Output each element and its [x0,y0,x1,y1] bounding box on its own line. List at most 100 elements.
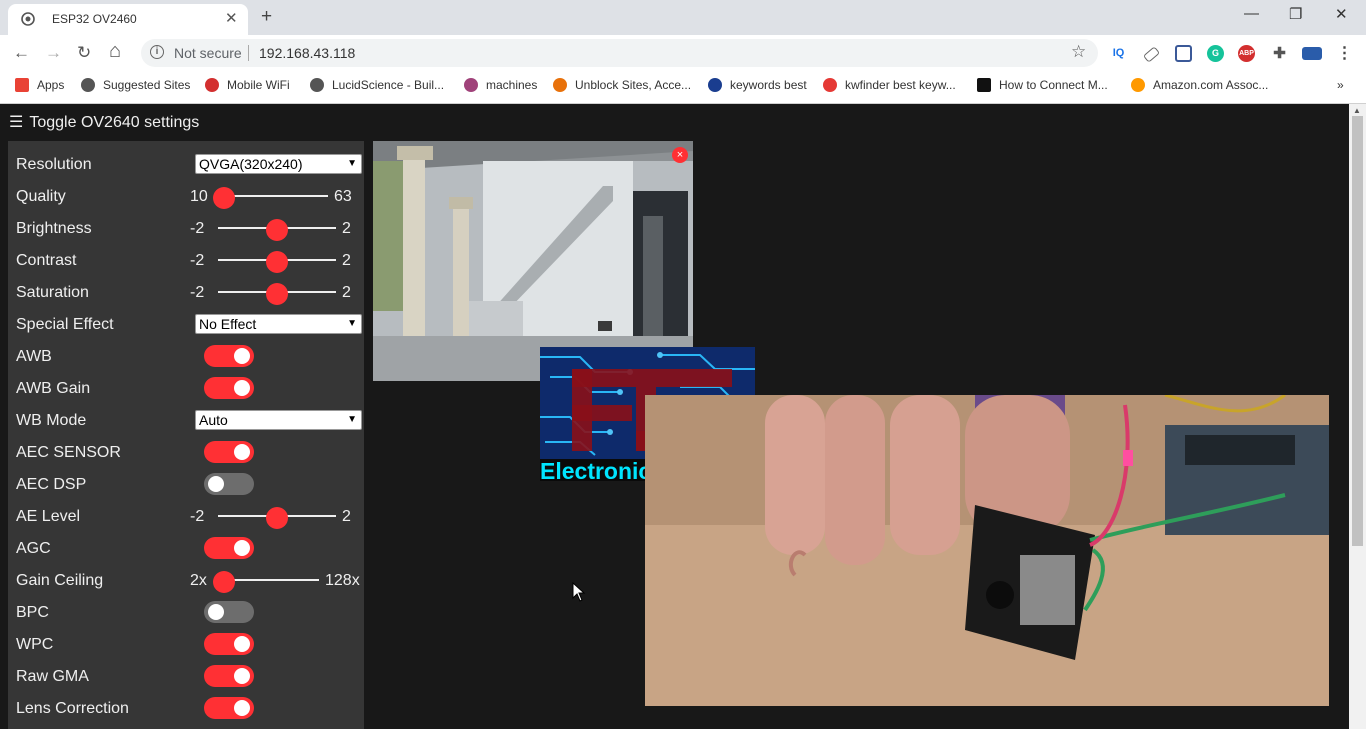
toggle-knob [234,444,250,460]
card-extension-icon[interactable] [1302,47,1322,60]
browser-tab[interactable]: ESP32 OV2460 ✕ [8,4,248,35]
security-label: Not secure [174,45,242,61]
setting-row-awb: AWB [16,340,362,372]
slider-max-label: 128x [325,572,360,589]
aec-dsp-toggle[interactable] [204,473,254,495]
reload-button[interactable]: ↻ [77,43,91,63]
setting-row-special-effect: Special Effect No Effect ▼ [16,308,362,340]
toggle-knob [234,700,250,716]
esp32-cam-photo [645,395,1329,706]
select-value: No Effect [199,316,257,332]
awb-gain-toggle[interactable] [204,377,254,399]
bookmark-label: Unblock Sites, Acce... [575,78,692,92]
info-icon[interactable]: i [150,45,164,59]
machines-icon [464,78,478,92]
setting-label: Gain Ceiling [16,572,104,589]
forward-button[interactable]: → [45,43,62,63]
setting-row-saturation: Saturation -2 2 [16,276,362,308]
restore-button[interactable]: ❐ [1289,5,1302,23]
agc-toggle[interactable] [204,537,254,559]
setting-row-aec-sensor: AEC SENSOR [16,436,362,468]
slider-knob[interactable] [266,507,288,529]
wb-mode-select[interactable]: Auto ▼ [195,410,362,430]
bookmark-item[interactable]: Suggested Sites [81,78,190,92]
setting-label: Special Effect [16,316,114,333]
setting-label: Contrast [16,252,77,269]
bookmark-item[interactable]: Unblock Sites, Acce... [553,78,691,92]
scrollbar-thumb[interactable] [1352,116,1363,546]
bookmark-label: LucidScience - Buil... [332,78,445,92]
toggle-knob [234,668,250,684]
bookmark-star-icon[interactable]: ☆ [1071,42,1086,62]
grammarly-icon[interactable]: G [1207,45,1224,62]
divider [248,45,249,61]
scroll-up-icon[interactable]: ▲ [1353,106,1361,115]
scrollbar[interactable]: ▲ [1349,104,1366,729]
setting-row-aec-dsp: AEC DSP [16,468,362,500]
bookmark-item[interactable]: Amazon.com Assoc... [1131,78,1268,92]
bookmark-item[interactable]: keywords best [708,78,807,92]
minimize-button[interactable]: — [1244,5,1259,22]
setting-row-bpc: BPC [16,596,362,628]
slider-knob[interactable] [266,283,288,305]
slider-min-label: -2 [190,252,205,269]
setting-label: Raw GMA [16,668,89,685]
toggle-knob [234,348,250,364]
square-extension-icon[interactable] [1175,45,1192,62]
bookmark-label: keywords best [730,78,807,92]
slider-min-label: 2x [190,572,207,589]
select-value: QVGA(320x240) [199,156,303,172]
close-window-button[interactable]: ✕ [1335,5,1348,23]
bookmark-label: Apps [37,78,65,92]
toggle-knob [234,380,250,396]
bpc-toggle[interactable] [204,601,254,623]
wpc-toggle[interactable] [204,633,254,655]
setting-row-wpc: WPC [16,628,362,660]
setting-label: AWB [16,348,52,365]
setting-row-brightness: Brightness -2 2 [16,212,362,244]
setting-label: AE Level [16,508,81,525]
bookmark-item[interactable]: Mobile WiFi [205,78,290,92]
address-bar[interactable]: i Not secure 192.168.43.118 ☆ [141,39,1098,67]
bookmark-item[interactable]: machines [464,78,537,92]
globe-icon [21,12,35,26]
raw-gma-toggle[interactable] [204,665,254,687]
slider-knob[interactable] [213,187,235,209]
aec-sensor-toggle[interactable] [204,441,254,463]
slider-min-label: 10 [190,188,208,205]
slider-knob[interactable] [266,251,288,273]
back-button[interactable]: ← [13,43,30,63]
setting-row-raw-gma: Raw GMA [16,660,362,692]
resolution-select[interactable]: QVGA(320x240) ▼ [195,154,362,174]
stream-close-button[interactable]: × [672,147,688,163]
bookmark-label: machines [486,78,538,92]
slider-knob[interactable] [213,571,235,593]
slider-max-label: 63 [334,188,352,205]
bookmark-item[interactable]: How to Connect M... [977,78,1108,92]
toggle-settings-button[interactable]: ☰ Toggle OV2640 settings [9,112,199,132]
bookmark-item[interactable]: kwfinder best keyw... [823,78,956,92]
chevron-down-icon: ▼ [347,414,357,425]
setting-row-gain-ceiling: Gain Ceiling 2x 128x [16,564,362,596]
setting-label: Brightness [16,220,92,237]
lens-correction-toggle[interactable] [204,697,254,719]
special-effect-select[interactable]: No Effect ▼ [195,314,362,334]
bookmarks-overflow-icon[interactable]: » [1337,78,1344,92]
bookmark-label: Amazon.com Assoc... [1153,78,1269,92]
url-text[interactable]: 192.168.43.118 [259,45,355,61]
tab-close-icon[interactable]: ✕ [225,9,238,27]
awb-toggle[interactable] [204,345,254,367]
new-tab-button[interactable]: + [261,6,272,28]
puzzle-icon[interactable]: ✚ [1271,45,1288,62]
menu-icon[interactable]: ⋮ [1336,45,1353,62]
bookmark-item[interactable]: LucidScience - Buil... [310,78,444,92]
bookmark-item[interactable]: Apps [15,78,64,92]
amazon-icon [1131,78,1145,92]
iq-extension-icon[interactable]: IQ [1110,45,1127,62]
setting-row-wb-mode: WB Mode Auto ▼ [16,404,362,436]
stream-image [373,141,693,381]
slider-knob[interactable] [266,219,288,241]
home-button[interactable]: ⌂ [109,40,121,63]
adblock-icon[interactable]: ABP [1238,45,1255,62]
setting-label: AEC DSP [16,476,87,493]
